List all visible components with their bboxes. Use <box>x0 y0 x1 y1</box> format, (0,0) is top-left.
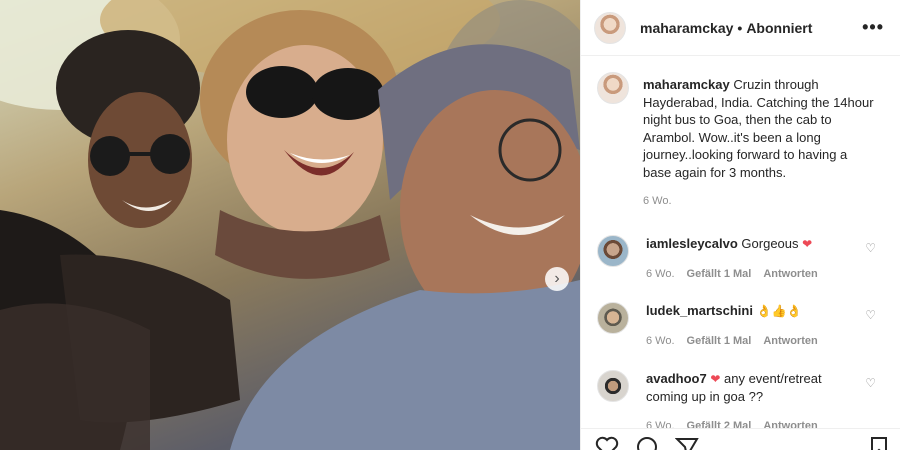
comment-item: iamlesleycalvo Gorgeous ❤ 6 Wo. Gefällt … <box>581 234 900 283</box>
action-bar <box>581 428 900 450</box>
follow-status[interactable]: Abonniert <box>746 20 812 36</box>
caption-time[interactable]: 6 Wo. <box>643 193 875 211</box>
caption-body: maharamckay Cruzin through Hayderabad, I… <box>643 76 875 211</box>
comment-meta: 6 Wo. Gefällt 1 Mal Antworten <box>646 333 856 350</box>
header-separator: • <box>737 19 743 36</box>
chevron-right-icon: › <box>554 270 560 287</box>
comment-item: avadhoo7 ❤ any event/retreat coming up i… <box>581 369 900 435</box>
comment-likes[interactable]: Gefällt 1 Mal <box>687 333 752 350</box>
avatar[interactable] <box>597 301 629 334</box>
comment-meta: 6 Wo. Gefällt 1 Mal Antworten <box>646 266 856 283</box>
post-header: maharamckay • Abonniert ••• <box>581 0 900 56</box>
comment-body: iamlesleycalvo Gorgeous ❤ 6 Wo. Gefällt … <box>646 235 856 283</box>
caption-username[interactable]: maharamckay <box>643 77 730 92</box>
comment-time[interactable]: 6 Wo. <box>646 266 675 283</box>
header-username[interactable]: maharamckay <box>640 20 733 36</box>
caption-text: Cruzin through Hayderabad, India. Catchi… <box>643 77 874 180</box>
comment-body: ludek_martschini 👌👍👌 6 Wo. Gefällt 1 Mal… <box>646 302 856 350</box>
comment-text: Gorgeous <box>741 235 799 251</box>
comment-text: 👌👍👌 <box>756 303 802 318</box>
heart-emoji-icon: ❤ <box>710 371 721 386</box>
comment-body: avadhoo7 ❤ any event/retreat coming up i… <box>646 370 856 435</box>
reply-button[interactable]: Antworten <box>763 333 817 350</box>
reply-button[interactable]: Antworten <box>763 266 817 283</box>
next-photo-button[interactable]: › <box>545 267 569 291</box>
share-send-icon[interactable] <box>675 436 699 450</box>
comment-username[interactable]: iamlesleycalvo <box>646 236 738 251</box>
avatar[interactable] <box>597 234 629 267</box>
more-dots-icon[interactable]: ••• <box>862 17 884 38</box>
comment-bubble-icon[interactable] <box>635 436 659 450</box>
post-side-panel: maharamckay • Abonniert ••• maharamckay … <box>580 0 900 450</box>
heart-outline-icon[interactable]: ♡ <box>865 241 876 255</box>
avatar[interactable] <box>597 369 629 402</box>
heart-outline-icon[interactable]: ♡ <box>865 308 876 322</box>
comment-username[interactable]: ludek_martschini <box>646 303 753 318</box>
heart-emoji-icon: ❤ <box>802 236 813 251</box>
comment-username[interactable]: avadhoo7 <box>646 371 707 386</box>
avatar[interactable] <box>594 11 626 44</box>
caption: maharamckay Cruzin through Hayderabad, I… <box>581 56 900 211</box>
photo-scene <box>0 0 580 450</box>
bookmark-icon[interactable] <box>869 436 889 450</box>
comment-likes[interactable]: Gefällt 1 Mal <box>687 266 752 283</box>
post-photo[interactable]: › <box>0 0 580 450</box>
comment-item: ludek_martschini 👌👍👌 6 Wo. Gefällt 1 Mal… <box>581 301 900 350</box>
like-heart-icon[interactable] <box>595 436 619 450</box>
heart-outline-icon[interactable]: ♡ <box>865 376 876 390</box>
comment-time[interactable]: 6 Wo. <box>646 333 675 350</box>
avatar[interactable] <box>597 72 629 104</box>
